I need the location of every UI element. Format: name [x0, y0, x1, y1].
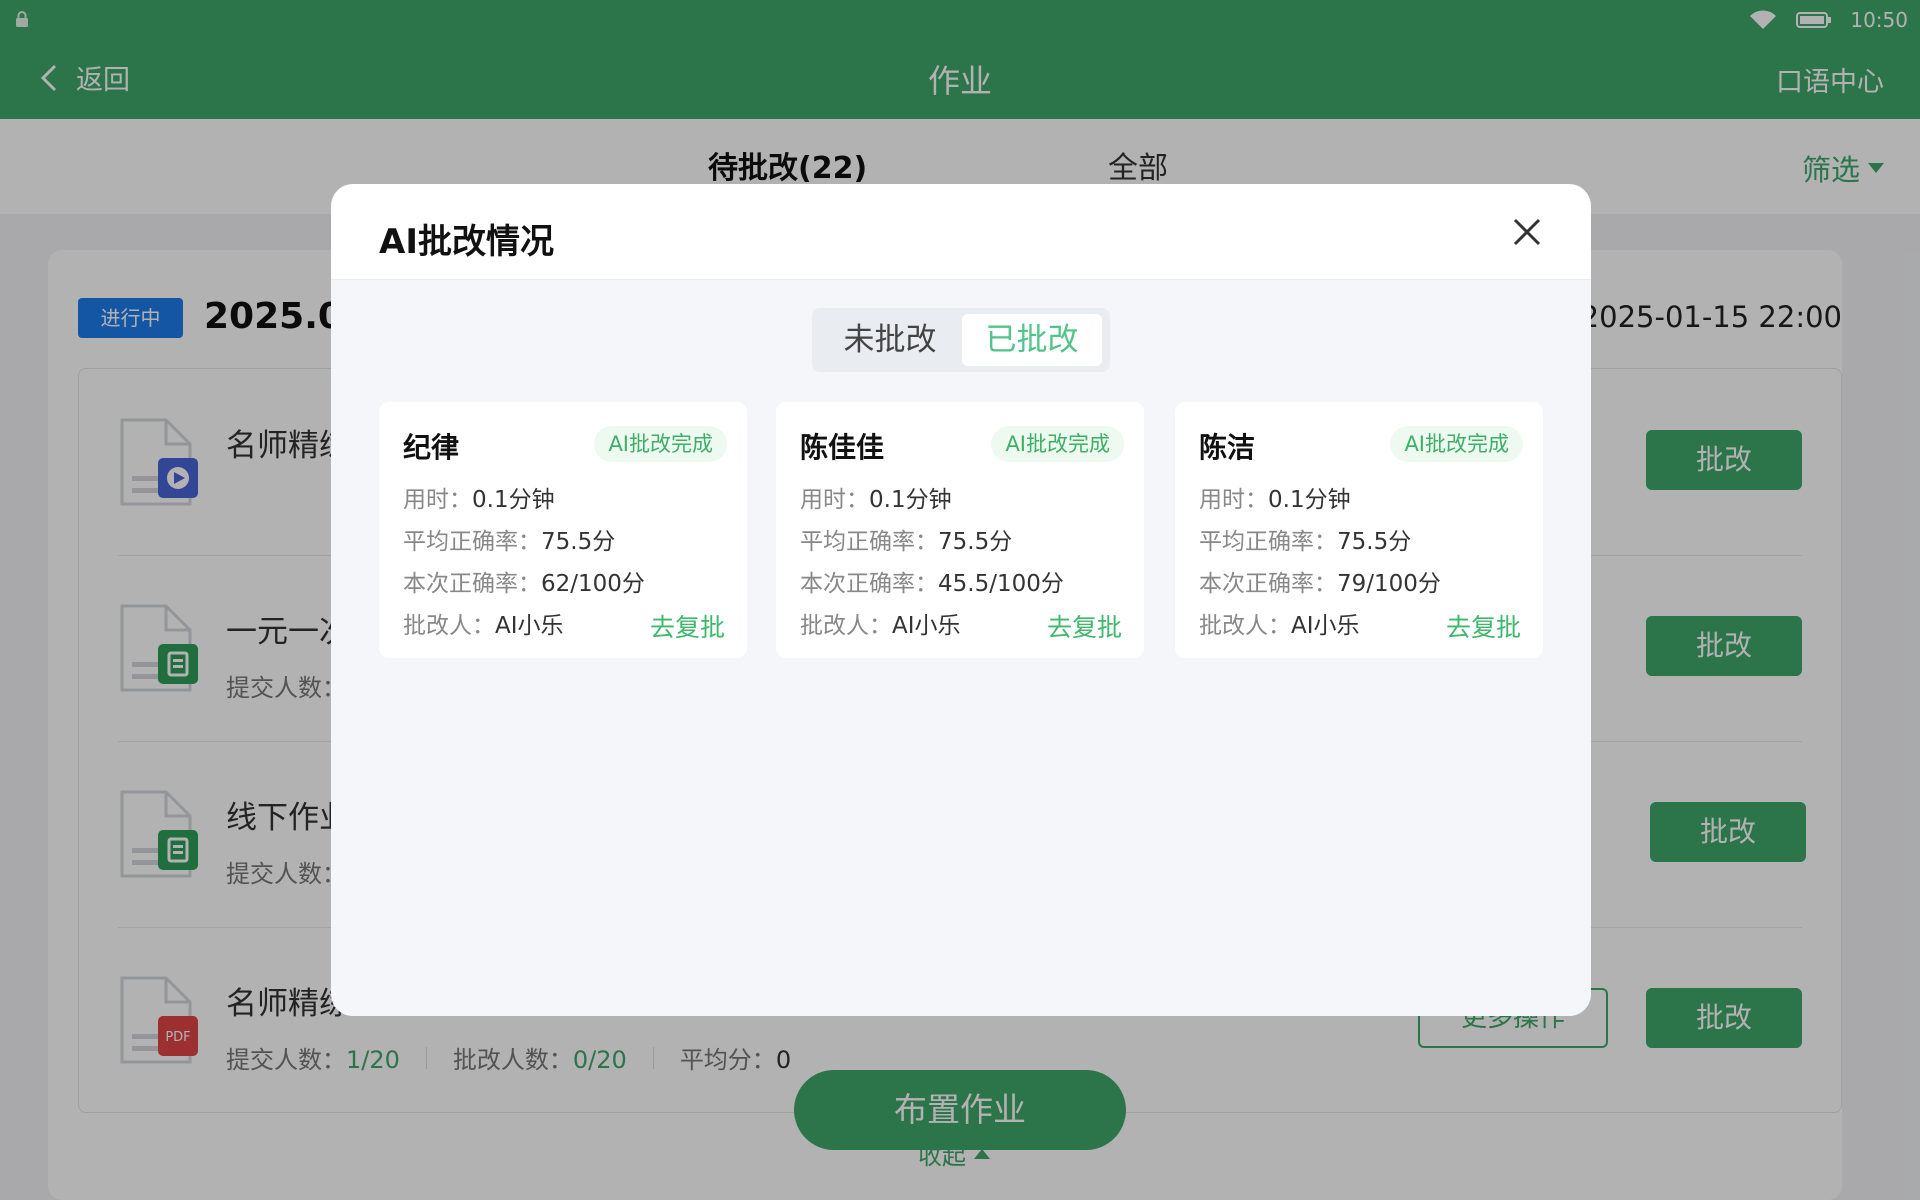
grader: 批改人：AI小乐	[1199, 613, 1360, 639]
ai-complete-tag: AI批改完成	[991, 426, 1124, 462]
close-icon[interactable]	[1507, 212, 1547, 252]
average-accuracy: 平均正确率：75.5分	[1199, 529, 1412, 555]
modal-body: 未批改 已批改 纪律 AI批改完成 用时：0.1分钟 平均正确率：75.5分 本…	[331, 280, 1591, 1016]
student-name: 陈佳佳	[800, 431, 885, 464]
student-name: 纪律	[403, 431, 460, 464]
current-accuracy: 本次正确率：79/100分	[1199, 571, 1441, 597]
modal-header: AI批改情况	[331, 184, 1591, 280]
current-accuracy: 本次正确率：62/100分	[403, 571, 645, 597]
review-link[interactable]: 去复批	[650, 608, 725, 644]
ai-grading-modal: AI批改情况 未批改 已批改 纪律 AI批改完成 用时：0.1分钟 平均正确率：…	[331, 184, 1591, 1016]
modal-title: AI批改情况	[379, 222, 554, 262]
student-card: 陈佳佳 AI批改完成 用时：0.1分钟 平均正确率：75.5分 本次正确率：45…	[776, 402, 1144, 658]
student-name: 陈洁	[1199, 431, 1256, 464]
student-card: 陈洁 AI批改完成 用时：0.1分钟 平均正确率：75.5分 本次正确率：79/…	[1175, 402, 1543, 658]
time-used: 用时：0.1分钟	[800, 487, 952, 513]
ai-complete-tag: AI批改完成	[1390, 426, 1523, 462]
segment-ungraded[interactable]: 未批改	[820, 314, 960, 366]
ai-complete-tag: AI批改完成	[594, 426, 727, 462]
review-link[interactable]: 去复批	[1446, 608, 1521, 644]
grader: 批改人：AI小乐	[800, 613, 961, 639]
student-card: 纪律 AI批改完成 用时：0.1分钟 平均正确率：75.5分 本次正确率：62/…	[379, 402, 747, 658]
segment-graded[interactable]: 已批改	[962, 314, 1102, 366]
time-used: 用时：0.1分钟	[1199, 487, 1351, 513]
review-link[interactable]: 去复批	[1047, 608, 1122, 644]
time-used: 用时：0.1分钟	[403, 487, 555, 513]
grader: 批改人：AI小乐	[403, 613, 564, 639]
current-accuracy: 本次正确率：45.5/100分	[800, 571, 1064, 597]
grading-segment: 未批改 已批改	[812, 308, 1110, 372]
average-accuracy: 平均正确率：75.5分	[800, 529, 1013, 555]
average-accuracy: 平均正确率：75.5分	[403, 529, 616, 555]
